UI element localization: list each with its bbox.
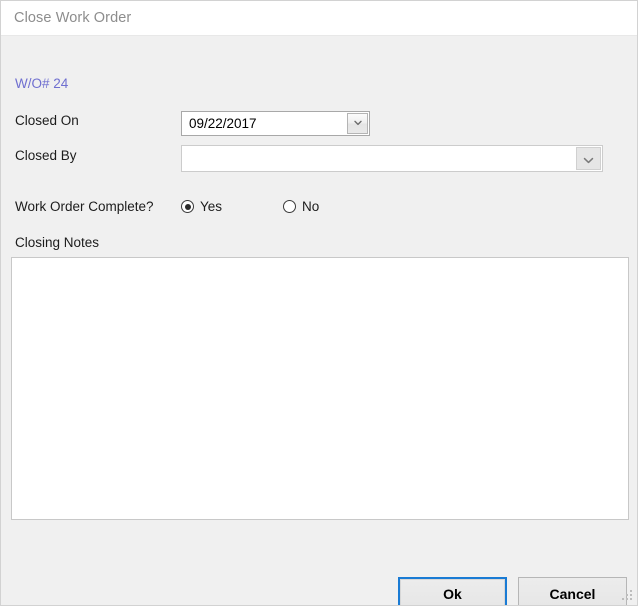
dialog-title: Close Work Order: [14, 10, 132, 26]
close-work-order-dialog: Close Work Order W/O# 24 Closed On 09/22…: [0, 0, 638, 606]
radio-option-no[interactable]: No: [283, 199, 319, 214]
closing-notes-label: Closing Notes: [15, 235, 100, 250]
work-order-complete-label: Work Order Complete?: [15, 199, 154, 214]
radio-yes-label: Yes: [200, 199, 223, 214]
work-order-number-label: W/O# 24: [15, 76, 69, 91]
dialog-body: W/O# 24 Closed On 09/22/2017 Closed By W…: [1, 37, 637, 605]
radio-no-indicator[interactable]: [283, 200, 296, 213]
dialog-titlebar: Close Work Order: [1, 1, 637, 36]
chevron-down-icon: [583, 155, 594, 166]
chevron-down-icon: [353, 119, 362, 127]
closed-by-dropdown-button[interactable]: [576, 147, 601, 170]
radio-option-yes[interactable]: Yes: [181, 199, 222, 214]
resize-grip[interactable]: [620, 588, 633, 601]
closing-notes-textarea[interactable]: [11, 257, 629, 520]
cancel-button[interactable]: Cancel: [518, 577, 627, 605]
closed-by-combobox[interactable]: [181, 145, 603, 172]
closed-on-dropdown-button[interactable]: [347, 113, 368, 134]
closed-on-label: Closed On: [15, 113, 79, 128]
radio-yes-indicator[interactable]: [181, 200, 194, 213]
closed-by-label: Closed By: [15, 148, 77, 163]
ok-button[interactable]: Ok: [398, 577, 507, 605]
closed-on-value: 09/22/2017: [189, 116, 257, 131]
radio-no-label: No: [302, 199, 320, 214]
closed-on-datepicker[interactable]: 09/22/2017: [181, 111, 370, 136]
